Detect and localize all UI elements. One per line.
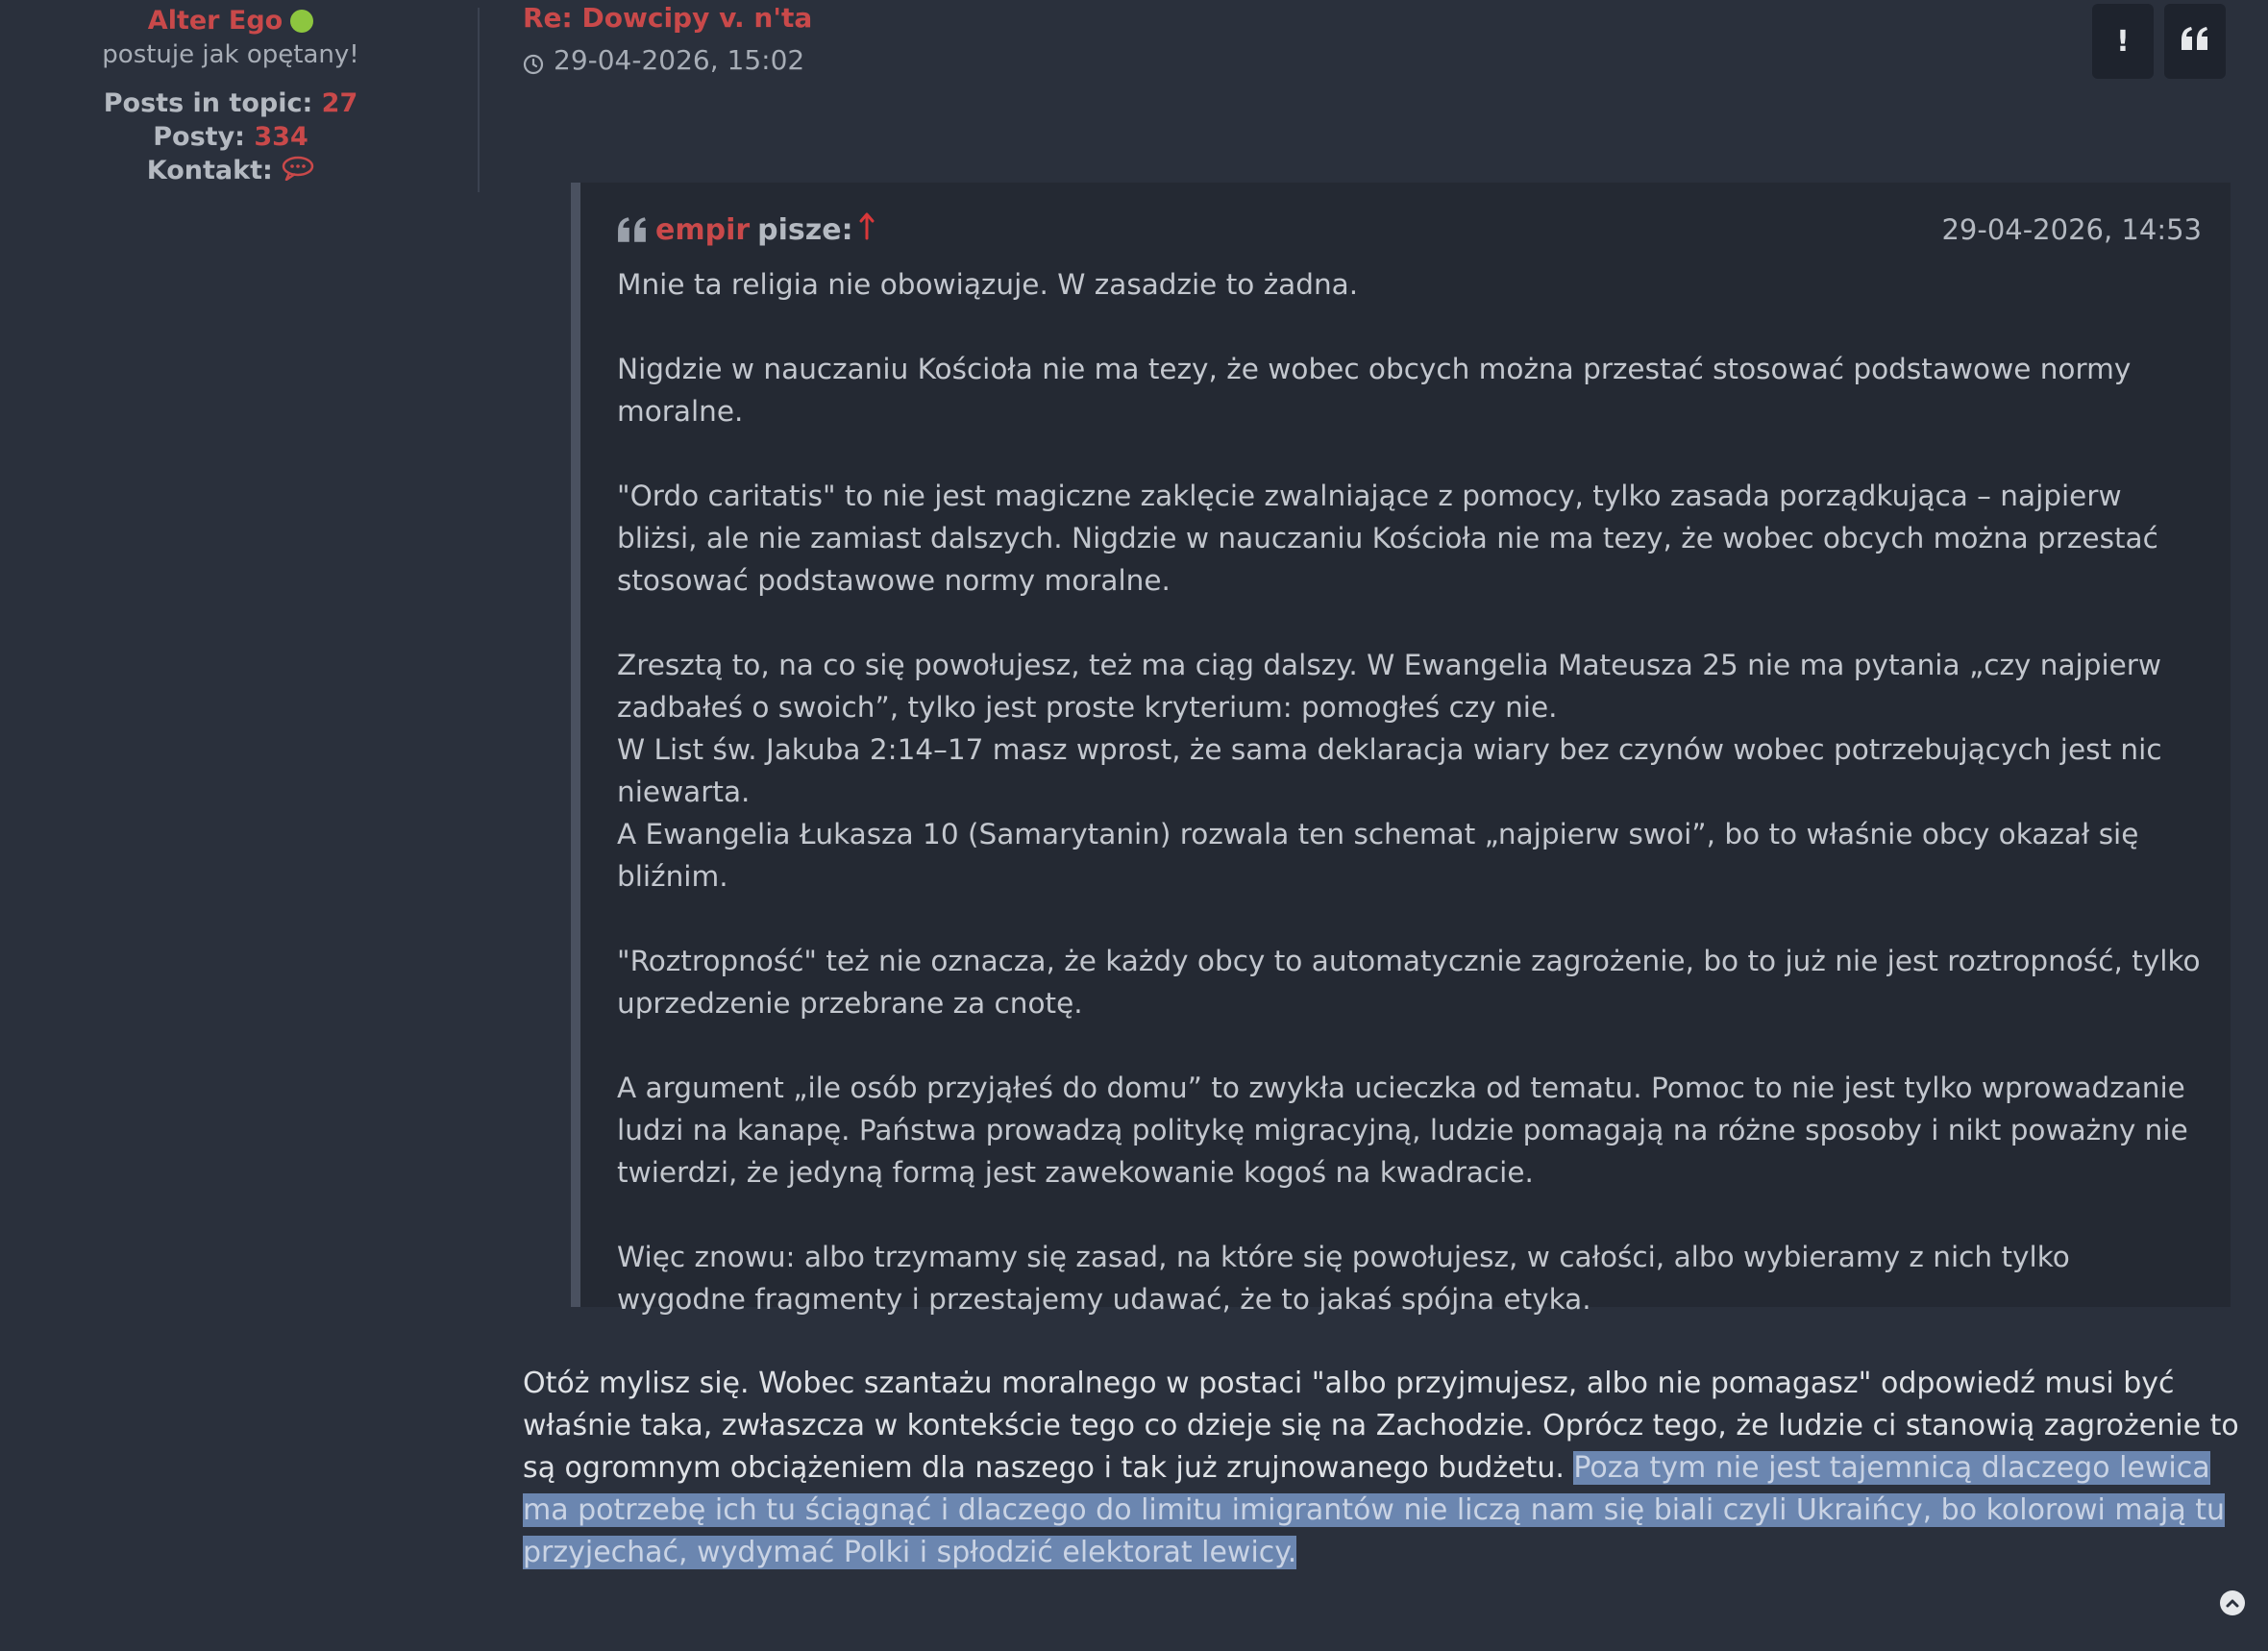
quote-writes-label: pisze: [757, 212, 853, 247]
quote-body: Mnie ta religia nie obowiązuje. W zasadz… [617, 263, 2207, 1320]
post-content: Otóż mylisz się. Wobec szantażu moralneg… [523, 1363, 2243, 1574]
quote-paragraph: Mnie ta religia nie obowiązuje. W zasadz… [617, 268, 1359, 301]
quote-icon [2181, 25, 2209, 59]
post-date-text: 29-04-2026, 15:02 [554, 44, 805, 76]
report-button[interactable]: ! [2092, 4, 2154, 79]
posts-label: Posty: [153, 122, 245, 152]
quote-paragraph: Więc znowu: albo trzymamy się zasad, na … [617, 1241, 2070, 1316]
exclamation-icon: ! [2116, 24, 2130, 59]
quote-paragraph: A argument „ile osób przyjąłeś do domu” … [617, 1072, 2188, 1189]
quote-paragraph: Nigdzie w nauczaniu Kościoła nie ma tezy… [617, 353, 2132, 428]
quote-author-link[interactable]: empir [655, 213, 750, 247]
online-indicator-icon [290, 9, 314, 33]
go-to-quoted-post-icon[interactable] [859, 211, 875, 248]
quote-paragraph: Zresztą to, na co się powołujesz, też ma… [617, 649, 2162, 893]
posts-in-topic-count[interactable]: 27 [322, 88, 358, 118]
profile-divider [478, 8, 480, 192]
author-rank: postuje jak opętany! [102, 40, 359, 69]
posts-count[interactable]: 334 [254, 122, 308, 152]
quote-mark-icon [617, 216, 648, 243]
quote-button[interactable] [2164, 4, 2226, 79]
posts-in-topic-label: Posts in topic: [103, 88, 313, 118]
quote-paragraph: "Ordo caritatis" to nie jest magiczne za… [617, 480, 2158, 597]
posts-stat: Posty: 334 [0, 122, 461, 152]
quote-paragraph: "Roztropność" też nie oznacza, że każdy … [617, 945, 2201, 1020]
author-name-link[interactable]: Alter Ego [148, 6, 283, 36]
chevron-up-icon [2225, 1594, 2240, 1613]
back-to-top-button[interactable] [2220, 1590, 2245, 1615]
author-name-row: Alter Ego [0, 6, 461, 36]
post-title[interactable]: Re: Dowcipy v. n'ta [523, 2, 812, 34]
speech-bubble-icon[interactable] [282, 156, 314, 187]
clock-icon [523, 50, 544, 74]
quoted-post: empir pisze: 29-04-2026, 14:53 Mnie ta r… [571, 183, 2231, 1316]
posts-in-topic-stat: Posts in topic: 27 [0, 88, 461, 118]
post-date: 29-04-2026, 15:02 [523, 44, 804, 76]
contact-stat: Kontakt: [0, 156, 461, 187]
quote-date: 29-04-2026, 14:53 [1941, 213, 2202, 246]
contact-label: Kontakt: [146, 156, 273, 185]
